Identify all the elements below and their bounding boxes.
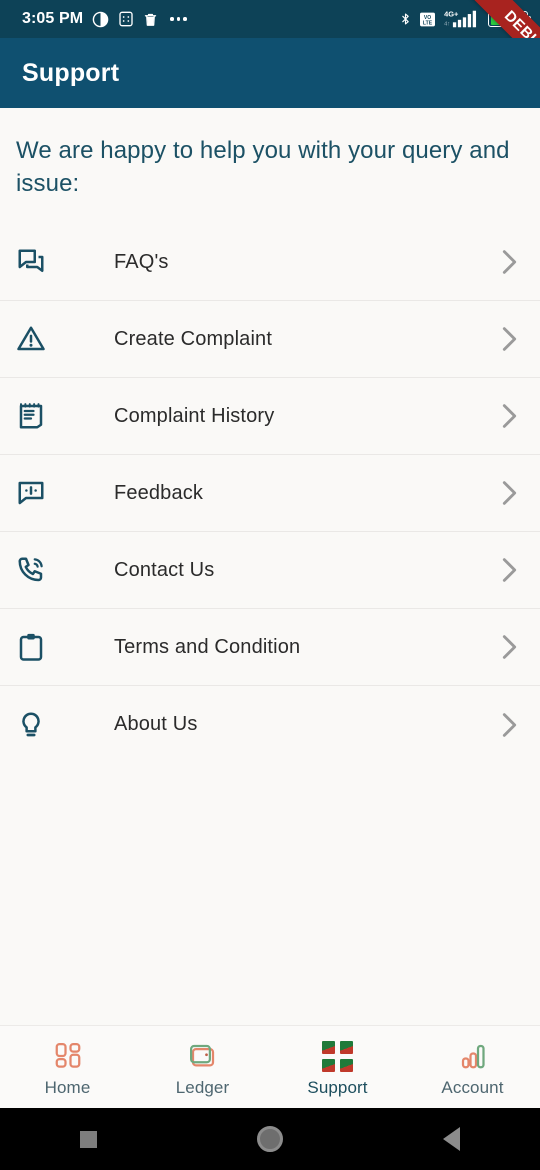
intro-text: We are happy to help you with your query… <box>16 137 510 198</box>
chevron-right-icon <box>501 634 518 660</box>
chevron-right-icon <box>501 712 518 738</box>
battery-icon: 55 <box>488 11 531 27</box>
chevron-right-icon <box>501 403 518 429</box>
tab-ledger[interactable]: Ledger <box>135 1036 270 1098</box>
list-item-label: Create Complaint <box>114 327 273 350</box>
bottom-navigation: Home Ledger Support Account <box>0 1025 540 1108</box>
chevron-right-icon <box>501 326 518 352</box>
chevron-right-icon <box>501 249 518 275</box>
list-item-label: Complaint History <box>114 404 275 427</box>
list-item-label: Terms and Condition <box>114 635 301 658</box>
status-bar-right: VO LTE 4G+ 4↑ 55 <box>399 9 531 29</box>
android-navigation-bar <box>0 1108 540 1170</box>
wallet-icon <box>188 1040 218 1072</box>
signal-bars-icon: 4G+ 4↑ <box>443 9 481 29</box>
warning-triangle-icon <box>16 324 62 354</box>
broken-image-icon <box>322 1040 353 1072</box>
receipt-notepad-icon <box>16 401 62 431</box>
chevron-right-icon <box>501 480 518 506</box>
chevron-right-icon <box>501 557 518 583</box>
calculator-icon <box>118 11 134 27</box>
svg-text:4↑: 4↑ <box>444 22 450 28</box>
page-title: Support <box>22 58 120 87</box>
list-item-label: FAQ's <box>114 250 169 273</box>
list-item-label: Contact Us <box>114 558 215 581</box>
list-item-terms-and-condition[interactable]: Terms and Condition <box>0 609 540 687</box>
app-bar: Support <box>0 38 540 108</box>
list-item-label: About Us <box>114 713 198 736</box>
status-bar: 3:05 PM VO LTE 4G+ 4↑ 55 DEBUG <box>0 0 540 38</box>
list-item-feedback[interactable]: Feedback <box>0 455 540 533</box>
tab-account[interactable]: Account <box>405 1036 540 1098</box>
clipboard-icon <box>16 632 62 662</box>
list-item-complaint-history[interactable]: Complaint History <box>0 378 540 456</box>
battery-level-label: 55 <box>503 13 515 25</box>
tab-home[interactable]: Home <box>0 1036 135 1098</box>
tab-label: Support <box>307 1078 368 1097</box>
bar-chart-icon <box>458 1040 488 1072</box>
phone-ringing-icon <box>16 555 62 585</box>
tab-label: Ledger <box>175 1078 230 1097</box>
overflow-dots-icon <box>170 17 187 21</box>
list-item-contact-us[interactable]: Contact Us <box>0 532 540 610</box>
status-bar-left: 3:05 PM <box>22 10 187 28</box>
dashboard-grid-icon <box>53 1040 83 1072</box>
square-icon[interactable] <box>80 1130 97 1148</box>
svg-text:LTE: LTE <box>423 20 433 26</box>
bluetooth-icon <box>399 10 412 28</box>
trash-icon <box>143 11 158 28</box>
main-content: We are happy to help you with your query… <box>0 108 540 1025</box>
tab-label: Home <box>44 1078 91 1097</box>
speech-bubble-alert-icon <box>16 478 62 508</box>
list-item-label: Feedback <box>114 481 204 504</box>
tab-support[interactable]: Support <box>270 1036 405 1098</box>
lightbulb-icon <box>16 710 62 740</box>
circle-icon[interactable] <box>257 1126 283 1152</box>
forum-chat-icon <box>16 247 62 277</box>
tab-label: Account <box>441 1078 504 1097</box>
volte-icon: VO LTE <box>419 12 436 27</box>
list-item-faqs[interactable]: FAQ's <box>0 224 540 302</box>
support-menu-list: FAQ's Create Complaint Complaint History… <box>0 224 540 764</box>
triangle-left-icon[interactable] <box>443 1127 460 1151</box>
status-bar-clock: 3:05 PM <box>22 10 84 27</box>
list-item-create-complaint[interactable]: Create Complaint <box>0 301 540 379</box>
do-not-disturb-icon <box>92 11 109 28</box>
list-item-about-us[interactable]: About Us <box>0 686 540 764</box>
svg-text:4G+: 4G+ <box>444 10 459 19</box>
